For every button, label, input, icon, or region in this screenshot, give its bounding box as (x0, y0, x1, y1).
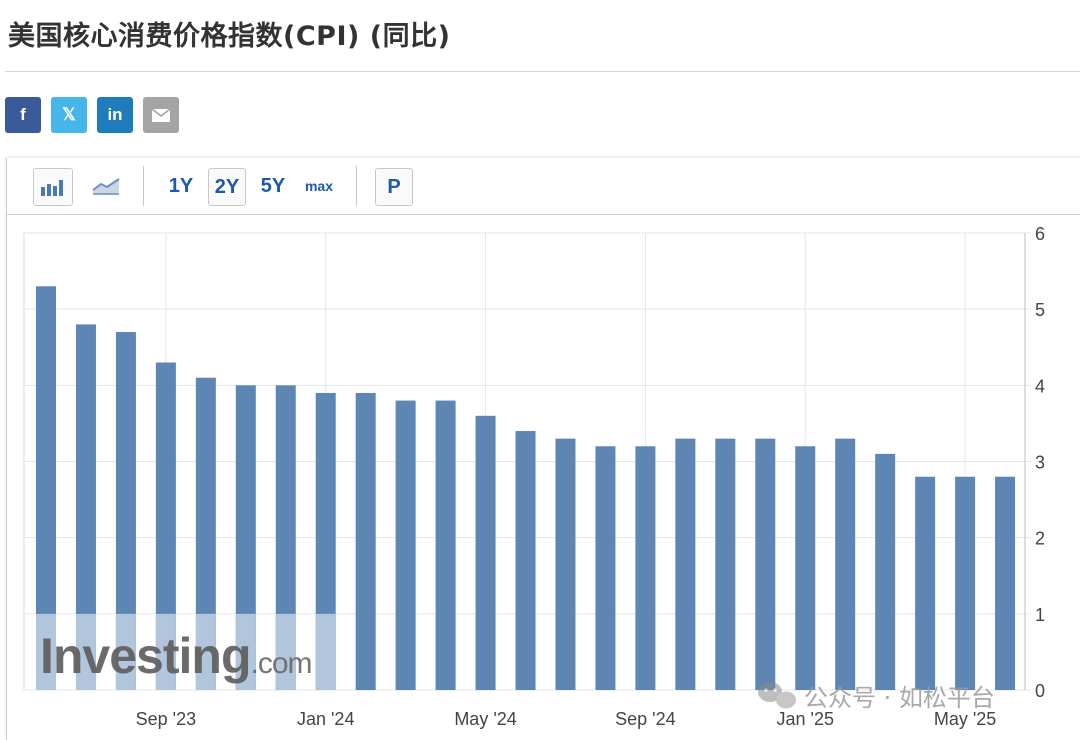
y-tick-label: 6 (1035, 224, 1045, 244)
investing-watermark: Investing.com (40, 628, 313, 684)
y-tick-label: 2 (1035, 529, 1045, 549)
wechat-overlay: 公众号 · 如松平台 (758, 682, 995, 712)
bar (595, 446, 616, 690)
y-tick-label: 5 (1035, 300, 1045, 320)
bar (475, 415, 496, 690)
bar (675, 438, 696, 690)
x-tick-label: Jan '24 (297, 709, 354, 729)
overlay-text: 公众号 · 如松平台 (804, 684, 995, 712)
watermark-brand: Investing (40, 628, 250, 684)
cpi-bar-chart: Investing.com 0 1 2 3 4 5 6 Sep '23 Jan '24 May … (23, 224, 1045, 729)
watermark-suffix: .com (250, 647, 311, 680)
y-tick-label: 0 (1035, 681, 1045, 701)
bar (395, 400, 416, 690)
x-tick-label: Sep '23 (136, 709, 197, 729)
bar (835, 438, 856, 690)
bar (515, 431, 536, 690)
y-tick-label: 1 (1035, 605, 1045, 625)
bar (995, 476, 1016, 690)
bar (755, 438, 776, 690)
bar (355, 392, 376, 690)
bar (915, 476, 936, 690)
bar (955, 476, 976, 690)
x-tick-label: May '24 (454, 709, 516, 729)
bar (715, 438, 736, 690)
x-tick-label: May '25 (934, 709, 996, 729)
watermark-logo: Investing.com (40, 628, 312, 684)
y-axis: 0 1 2 3 4 5 6 (1024, 224, 1045, 701)
x-tick-label: Jan '25 (776, 709, 833, 729)
y-tick-label: 4 (1035, 376, 1045, 396)
bar-watermark-overlay (315, 613, 336, 690)
bar (555, 438, 576, 690)
bar (795, 446, 816, 690)
bar (635, 446, 656, 690)
bar (435, 400, 456, 690)
y-tick-label: 3 (1035, 453, 1045, 473)
x-tick-label: Sep '24 (615, 709, 676, 729)
x-axis: Sep '23 Jan '24 May '24 Sep '24 Jan '25 May '… (136, 709, 997, 729)
bar (875, 453, 896, 690)
wechat-icon (758, 682, 796, 709)
